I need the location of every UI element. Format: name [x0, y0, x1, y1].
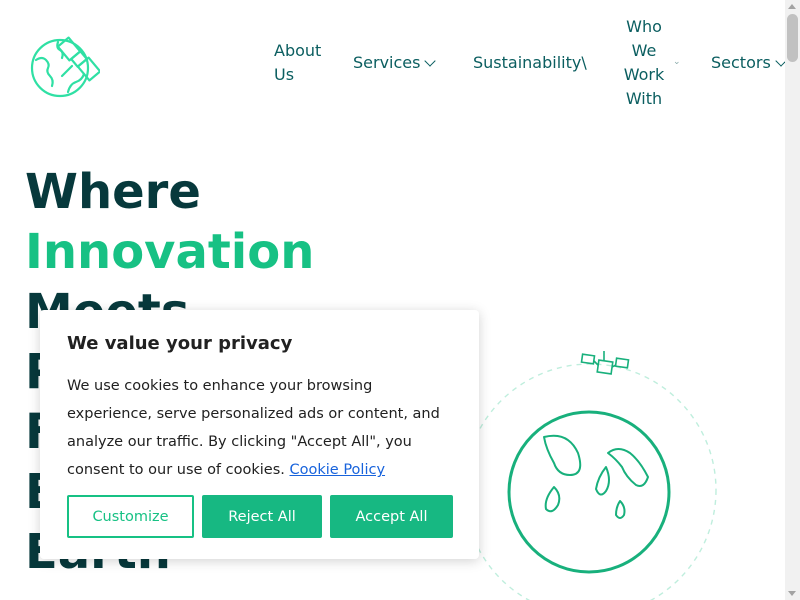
cookie-consent-dialog: We value your privacy We use cookies to …	[40, 310, 479, 559]
scroll-down-arrow-icon[interactable]	[788, 591, 796, 596]
accept-all-button[interactable]: Accept All	[330, 495, 453, 538]
scroll-up-arrow-icon[interactable]	[788, 4, 796, 9]
chevron-down-icon	[424, 54, 437, 67]
nav-sectors[interactable]: Sectors	[711, 51, 785, 75]
cookie-title: We value your privacy	[67, 333, 293, 354]
nav-sustainability[interactable]: Sustainability\	[473, 51, 587, 75]
earth-satellite-illustration	[470, 351, 717, 600]
reject-all-button[interactable]: Reject All	[202, 495, 322, 538]
nav-about-us[interactable]: About Us	[274, 39, 334, 87]
nav-sectors-label: Sectors	[711, 53, 771, 72]
cookie-buttons: Customize Reject All Accept All	[67, 495, 453, 538]
page: About Us Services Sustainability\ Who We…	[0, 0, 785, 600]
customize-button[interactable]: Customize	[67, 495, 194, 538]
nav-services[interactable]: Services	[353, 51, 437, 75]
hero-line: Where	[25, 164, 201, 220]
satellite-globe-logo-icon[interactable]	[28, 30, 100, 100]
cookie-policy-link[interactable]: Cookie Policy	[290, 462, 386, 478]
chevron-down-icon: ⌄	[673, 57, 681, 67]
hero-line-accent: Innovation	[25, 224, 315, 280]
chevron-down-icon	[775, 54, 785, 67]
scrollbar-thumb[interactable]	[787, 14, 798, 62]
nav-who-we-work-with[interactable]: Who We Work With	[620, 15, 668, 111]
nav-services-label: Services	[353, 53, 421, 72]
cookie-text: We use cookies to enhance your browsing …	[67, 372, 452, 484]
vertical-scrollbar[interactable]	[785, 0, 800, 600]
